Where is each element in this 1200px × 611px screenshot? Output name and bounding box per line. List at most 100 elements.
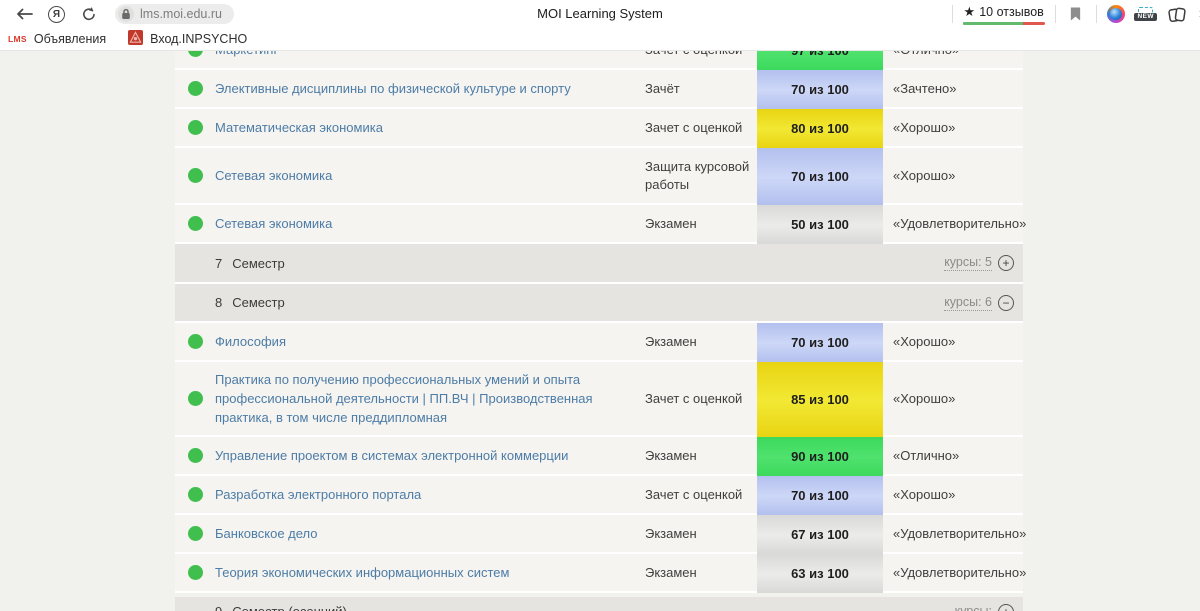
status-dot-icon <box>188 168 203 183</box>
bookmark-label: Вход.INPSYCHO <box>150 32 247 46</box>
browser-toolbar: Я lms.moi.edu.ru MOI Learning System ★ 1… <box>0 0 1200 28</box>
courses-count-link[interactable]: курсы: <box>955 604 992 611</box>
refresh-icon[interactable] <box>79 4 99 24</box>
toggle-icon[interactable]: + <box>998 604 1014 611</box>
status-dot-icon <box>188 391 203 406</box>
grade-text: «Хорошо» <box>893 391 955 406</box>
toggle-icon[interactable]: − <box>998 295 1014 311</box>
collections-icon[interactable] <box>1167 4 1187 24</box>
course-row: Математическая экономика Зачет с оценкой… <box>175 109 1023 148</box>
toolbar-divider <box>952 5 953 23</box>
score-cell: 70 из 100 <box>757 323 883 362</box>
semester-header-row[interactable]: 8 Семестр курсы: 6 − <box>175 284 1023 323</box>
status-dot-icon <box>188 51 203 57</box>
course-row: Теория экономических информационных сист… <box>175 554 1023 593</box>
back-icon[interactable] <box>14 4 34 24</box>
grade-text: «Хорошо» <box>893 120 955 135</box>
control-type: Экзамен <box>645 564 753 582</box>
semester-number: 7 <box>215 256 222 271</box>
course-link[interactable]: Теория экономических информационных сист… <box>215 557 607 588</box>
course-link[interactable]: Разработка электронного портала <box>215 479 607 510</box>
grade-text: «Удовлетворительно» <box>893 526 1026 541</box>
course-link[interactable]: Управление проектом в системах электронн… <box>215 440 607 471</box>
toolbar-divider <box>1055 5 1056 23</box>
semester-label: Семестр (осенний) <box>232 604 347 611</box>
toggle-icon[interactable]: + <box>998 255 1014 271</box>
control-type: Экзамен <box>645 525 753 543</box>
course-row: Разработка электронного портала Зачет с … <box>175 476 1023 515</box>
yandex-icon[interactable]: Я <box>48 6 65 23</box>
star-icon: ★ <box>964 4 976 20</box>
courses-count-link[interactable]: курсы: 6 <box>944 295 992 311</box>
rating-bar <box>963 22 1045 25</box>
control-type: Экзамен <box>645 447 753 465</box>
course-link[interactable]: Философия <box>215 326 607 357</box>
bookmark-flag-icon[interactable] <box>1066 4 1086 24</box>
course-link[interactable]: Элективные дисциплины по физической куль… <box>215 73 607 104</box>
semester-header-row[interactable]: 7 Семестр курсы: 5 + <box>175 244 1023 284</box>
course-link[interactable]: Банковское дело <box>215 518 607 549</box>
control-type: Зачет с оценкой <box>645 51 753 59</box>
course-row: Управление проектом в системах электронн… <box>175 437 1023 476</box>
grade-text: «Хорошо» <box>893 168 955 183</box>
status-dot-icon <box>188 334 203 349</box>
status-dot-icon <box>188 487 203 502</box>
status-dot-icon <box>188 120 203 135</box>
new-badge: NEW <box>1134 13 1156 22</box>
course-link[interactable]: Математическая экономика <box>215 112 607 143</box>
course-row: Банковское дело Экзамен 67 из 100 «Удовл… <box>175 515 1023 554</box>
toolbar-divider <box>1096 5 1097 23</box>
grade-text: «Хорошо» <box>893 487 955 502</box>
semester-header-row[interactable]: 9 Семестр (осенний) курсы: + <box>175 597 1023 611</box>
status-dot-icon <box>188 565 203 580</box>
score-cell: 97 из 100 <box>757 51 883 70</box>
score-cell: 80 из 100 <box>757 109 883 148</box>
status-dot-icon <box>188 81 203 96</box>
grade-text: «Удовлетворительно» <box>893 565 1026 580</box>
score-cell: 70 из 100 <box>757 148 883 205</box>
page-title: MOI Learning System <box>537 6 663 21</box>
semester-label: Семестр <box>232 256 284 271</box>
bookmark-item-inpsycho[interactable]: Вход.INPSYCHO <box>128 30 247 48</box>
yandex-letter: Я <box>53 9 60 20</box>
grades-table: Маркетинг Зачет с оценкой 97 из 100 «Отл… <box>175 51 1023 611</box>
grade-text: «Отлично» <box>893 51 959 57</box>
address-bar[interactable]: lms.moi.edu.ru <box>115 4 234 24</box>
course-link[interactable]: Практика по получению профессиональных у… <box>215 364 607 433</box>
bookmarks-bar: LMS Объявления Вход.INPSYCHO <box>0 28 1200 51</box>
courses-count-link[interactable]: курсы: 5 <box>944 255 992 271</box>
extension-icon[interactable] <box>1107 5 1125 23</box>
lms-favicon: LMS <box>8 34 27 44</box>
score-cell: 63 из 100 <box>757 554 883 593</box>
grade-text: «Зачтено» <box>893 81 956 96</box>
bookmark-item-announcements[interactable]: LMS Объявления <box>8 32 106 46</box>
semester-number: 9 <box>215 604 222 611</box>
course-row: Философия Экзамен 70 из 100 «Хорошо» <box>175 323 1023 362</box>
control-type: Зачет с оценкой <box>645 390 753 408</box>
semester-number: 8 <box>215 295 222 310</box>
page-content: Маркетинг Зачет с оценкой 97 из 100 «Отл… <box>0 51 1200 611</box>
status-dot-icon <box>188 448 203 463</box>
grade-text: «Хорошо» <box>893 334 955 349</box>
course-row: Сетевая экономика Экзамен 50 из 100 «Удо… <box>175 205 1023 244</box>
course-row: Практика по получению профессиональных у… <box>175 362 1023 437</box>
score-cell: 85 из 100 <box>757 362 883 437</box>
status-dot-icon <box>188 216 203 231</box>
course-link[interactable]: Маркетинг <box>215 51 607 65</box>
score-cell: 90 из 100 <box>757 437 883 476</box>
status-dot-icon <box>188 526 203 541</box>
rating-text: 10 отзывов <box>979 5 1044 19</box>
grade-text: «Удовлетворительно» <box>893 216 1026 231</box>
screenshot-new-icon[interactable]: NEW <box>1135 7 1157 22</box>
course-row: Маркетинг Зачет с оценкой 97 из 100 «Отл… <box>175 51 1023 70</box>
inpsycho-favicon <box>128 30 143 48</box>
course-link[interactable]: Сетевая экономика <box>215 208 607 239</box>
score-cell: 70 из 100 <box>757 476 883 515</box>
control-type: Защита курсовой работы <box>645 158 753 194</box>
course-row: Сетевая экономика Защита курсовой работы… <box>175 148 1023 205</box>
score-cell: 67 из 100 <box>757 515 883 554</box>
course-row: Элективные дисциплины по физической куль… <box>175 70 1023 109</box>
site-rating[interactable]: ★ 10 отзывов <box>963 4 1045 25</box>
bookmark-label: Объявления <box>34 32 106 46</box>
course-link[interactable]: Сетевая экономика <box>215 160 607 191</box>
